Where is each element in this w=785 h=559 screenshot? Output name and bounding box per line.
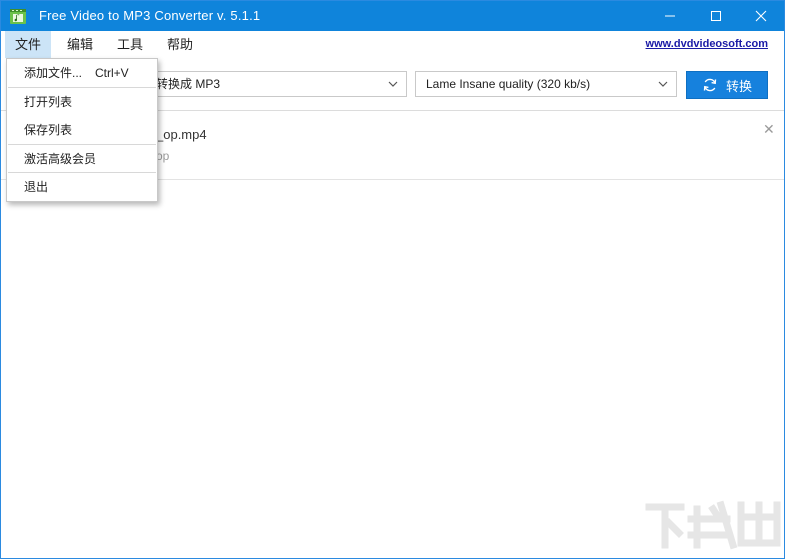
menu-item-label: 退出 [24,180,49,194]
window-title: Free Video to MP3 Converter v. 5.1.1 [39,8,261,23]
chevron-down-icon [388,81,398,87]
convert-button-label: 转换 [725,78,752,94]
watermark-logo [641,495,781,555]
menu-item-exit[interactable]: 退出 [7,174,157,200]
refresh-icon [703,78,717,92]
file-details: op [156,149,170,163]
menu-item-activate-premium[interactable]: 激活高级会员 [7,146,157,172]
maximize-icon [711,11,721,21]
menu-separator [8,172,156,173]
maximize-button[interactable] [693,1,739,31]
close-icon [755,10,767,22]
menu-item-label: 打开列表 [24,95,73,109]
menu-tools[interactable]: 工具 [107,31,153,58]
menu-item-label: 保存列表 [24,123,73,137]
remove-x-icon[interactable]: ✕ [763,121,775,138]
menu-help[interactable]: 帮助 [157,31,203,58]
menu-separator [8,144,156,145]
close-window-button[interactable] [738,1,784,31]
menu-item-save-list[interactable]: 保存列表 [7,117,157,143]
menu-item-label: 添加文件... [24,66,83,80]
quality-select[interactable]: Lame Insane quality (320 kb/s) [415,71,677,97]
menu-edit[interactable]: 编辑 [57,31,103,58]
quality-select-value: Lame Insane quality (320 kb/s) [426,77,591,91]
menu-item-open-list[interactable]: 打开列表 [7,89,157,115]
format-select-value: 转换成 MP3 [156,77,221,91]
menu-bar: 文件 编辑 工具 帮助 www.dvdvideosoft.com [1,31,784,59]
minimize-button[interactable] [647,1,693,31]
chevron-down-icon [658,81,668,87]
file-name: _op.mp4 [156,127,207,142]
menu-item-add-file[interactable]: 添加文件... Ctrl+V [7,60,157,86]
file-menu-dropdown: 添加文件... Ctrl+V 打开列表 保存列表 激活高级会员 退出 [6,58,158,202]
format-select[interactable]: 转换成 MP3 [141,71,407,97]
website-link[interactable]: www.dvdvideosoft.com [646,31,768,58]
convert-button[interactable]: 转换 [686,71,768,99]
menu-item-label: 激活高级会员 [24,152,97,166]
menu-file[interactable]: 文件 [5,31,52,58]
app-film-icon [9,7,27,25]
menu-separator [8,87,156,88]
menu-item-shortcut: Ctrl+V [95,66,129,80]
minimize-icon [665,15,675,17]
title-bar: Free Video to MP3 Converter v. 5.1.1 [1,1,784,31]
